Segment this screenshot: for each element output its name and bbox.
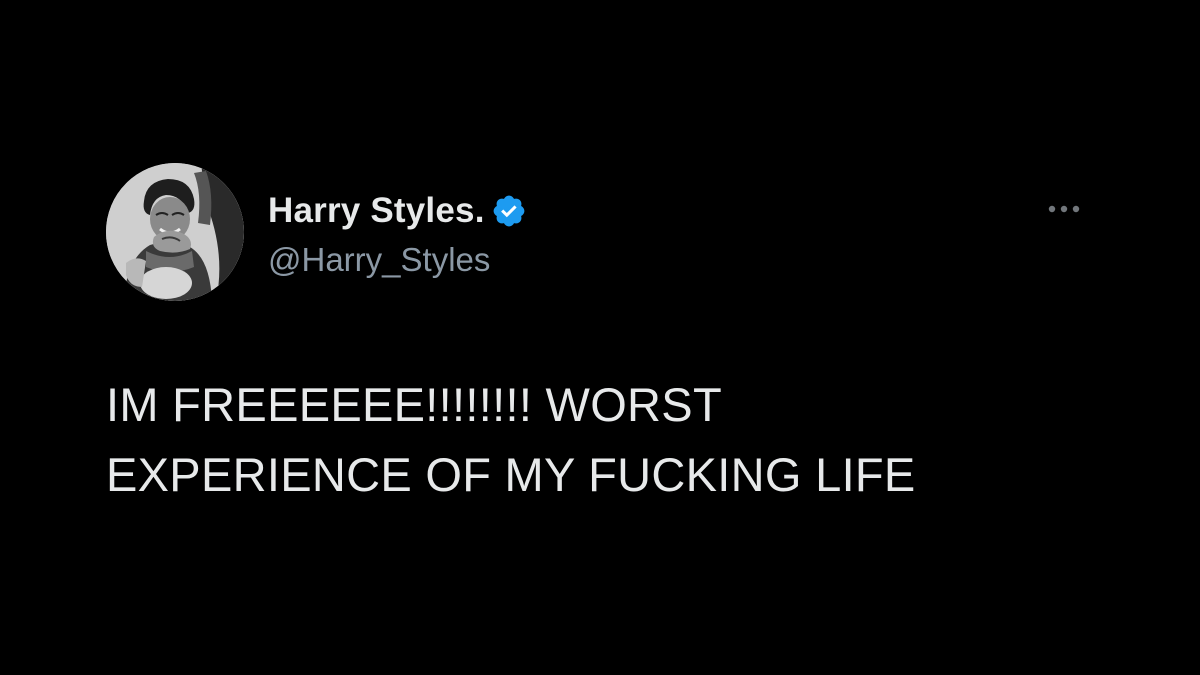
avatar-photo (106, 163, 244, 301)
more-options-button[interactable] (1040, 196, 1088, 222)
tweet-text-line: IM FREEEEEE!!!!!!!! WORST (106, 378, 722, 431)
tweet-card: Harry Styles. @Harry_Styles IM FREEEEEE!… (0, 0, 1200, 675)
tweet-text: IM FREEEEEE!!!!!!!! WORST EXPERIENCE OF … (106, 370, 1106, 510)
avatar[interactable] (106, 163, 244, 301)
more-options-icon (1048, 205, 1080, 213)
verified-badge-icon (491, 193, 527, 229)
tweet-text-line: EXPERIENCE OF MY FUCKING LIFE (106, 448, 916, 501)
author-name-row: Harry Styles. (268, 186, 527, 236)
author-display-name[interactable]: Harry Styles. (268, 186, 485, 236)
author-handle[interactable]: @Harry_Styles (268, 237, 490, 283)
